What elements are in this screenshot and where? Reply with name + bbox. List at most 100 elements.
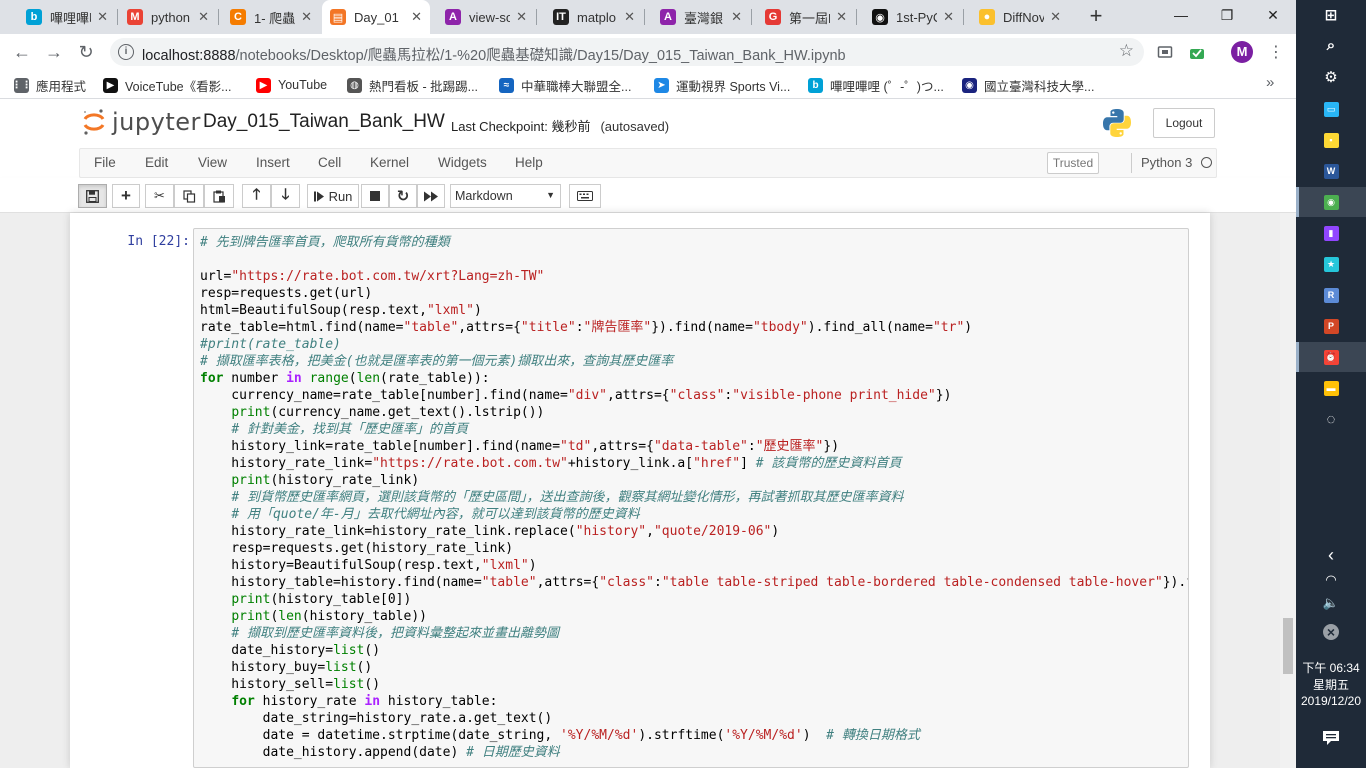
command-palette-button[interactable] xyxy=(569,184,601,208)
move-up-button[interactable]: 🡑 xyxy=(242,184,271,208)
code-token: len xyxy=(356,371,381,386)
scrollbar-thumb[interactable] xyxy=(1283,618,1293,674)
address-url[interactable]: localhost:8888/notebooks/Desktop/爬蟲馬拉松/1… xyxy=(142,44,846,65)
address-bar[interactable]: i localhost:8888/notebooks/Desktop/爬蟲馬拉松… xyxy=(110,38,1144,66)
settings-gear-icon[interactable]: ⚙ xyxy=(1296,62,1366,92)
bookmark-item[interactable]: ▶ YouTube xyxy=(256,75,338,95)
tab-close-icon[interactable]: ✕ xyxy=(624,9,635,25)
jupyter-logo[interactable]: jupyter xyxy=(82,108,201,136)
tab-7[interactable]: A 臺灣銀 ✕ xyxy=(652,0,750,34)
code-token: (history_table)) xyxy=(301,609,427,624)
tab-close-icon[interactable]: ✕ xyxy=(943,9,954,25)
menu-kernel[interactable]: Kernel xyxy=(370,155,409,170)
bookmark-item[interactable]: ◉ 國立臺灣科技大學... xyxy=(962,75,1102,95)
trusted-badge[interactable]: Trusted xyxy=(1047,152,1099,174)
star-app-icon[interactable]: ★ xyxy=(1296,249,1366,279)
word-icon[interactable]: W xyxy=(1296,156,1366,186)
reload-icon[interactable]: ↻ xyxy=(74,40,98,64)
powerpoint-icon[interactable]: P xyxy=(1296,311,1366,341)
code-token: "table table-striped table-bordered tabl… xyxy=(661,575,1163,590)
menu-view[interactable]: View xyxy=(198,155,227,170)
bookmark-item[interactable]: ◍ 熱門看板 - 批踢踢... xyxy=(347,75,490,95)
menu-edit[interactable]: Edit xyxy=(145,155,168,170)
tab-6[interactable]: IT matplo ✕ xyxy=(545,0,643,34)
tab-close-icon[interactable]: ✕ xyxy=(516,9,527,25)
minimize-button[interactable]: — xyxy=(1158,0,1204,30)
move-down-button[interactable]: 🡓 xyxy=(271,184,300,208)
code-text[interactable]: # 先到牌告匯率首頁，爬取所有貨幣的種類 url="https://rate.bo… xyxy=(200,234,1188,761)
restart-kernel-button[interactable]: ↻ xyxy=(389,184,417,208)
tab-close-icon[interactable]: ✕ xyxy=(731,9,742,25)
back-arrow-icon[interactable]: ← xyxy=(10,40,34,64)
tab-2[interactable]: Mpython ✕ xyxy=(119,0,217,34)
bookmark-item[interactable]: ➤ 運動視界 Sports Vi... xyxy=(654,75,800,95)
tab-1[interactable]: b 嗶哩嗶哩 ✕ xyxy=(18,0,116,34)
insert-cell-button[interactable]: + xyxy=(112,184,140,208)
tab-close-icon[interactable]: ✕ xyxy=(198,9,209,25)
code-token: "lxml" xyxy=(426,303,474,318)
menu-file[interactable]: File xyxy=(94,155,116,170)
maximize-button[interactable]: ❐ xyxy=(1204,0,1250,30)
windows-start-icon[interactable]: ⊞ xyxy=(1296,0,1366,30)
chrome-icon[interactable]: ◉ xyxy=(1296,187,1366,217)
tab-close-icon[interactable]: ✕ xyxy=(411,9,422,25)
profile-avatar[interactable]: M xyxy=(1231,41,1253,63)
tab-3[interactable]: C 1- 爬蟲 ✕ xyxy=(222,0,320,34)
tab-separator xyxy=(856,9,857,25)
tab-close-icon[interactable]: ✕ xyxy=(1050,9,1061,25)
code-token: () xyxy=(364,677,381,692)
save-button[interactable] xyxy=(78,184,107,208)
close-circle-icon[interactable]: × xyxy=(1296,617,1366,647)
tab-close-icon[interactable]: ✕ xyxy=(97,9,108,25)
notification-center-icon[interactable] xyxy=(1322,730,1340,746)
cut-button[interactable]: ✂ xyxy=(145,184,174,208)
cast-icon[interactable] xyxy=(1157,44,1173,60)
logout-button[interactable]: Logout xyxy=(1153,108,1215,138)
tab-5[interactable]: Aview-so ✕ xyxy=(437,0,535,34)
tab-8[interactable]: G 第一屆P ✕ xyxy=(757,0,855,34)
tab-close-icon[interactable]: ✕ xyxy=(836,9,847,25)
loading-circle-icon[interactable]: ◌ xyxy=(1296,404,1366,434)
copy-button[interactable] xyxy=(174,184,204,208)
menu-help[interactable]: Help xyxy=(515,155,543,170)
tab-10[interactable]: ● DiffNov ✕ xyxy=(971,0,1069,34)
r-app-icon[interactable]: R xyxy=(1296,280,1366,310)
twitch-icon[interactable]: ▮ xyxy=(1296,218,1366,248)
page-scrollbar[interactable] xyxy=(1280,213,1296,768)
forward-arrow-icon[interactable]: → xyxy=(42,40,66,64)
more-bookmarks-icon[interactable]: » xyxy=(1266,74,1274,91)
paste-button[interactable] xyxy=(204,184,234,208)
menu-cell[interactable]: Cell xyxy=(318,155,341,170)
search-icon[interactable]: ⌕ xyxy=(1296,30,1366,60)
menu-widgets[interactable]: Widgets xyxy=(438,155,487,170)
kernel-name[interactable]: Python 3 xyxy=(1141,155,1192,170)
taskbar-clock[interactable]: 下午 06:34 星期五 2019/12/20 xyxy=(1296,660,1366,710)
extension-icon[interactable] xyxy=(1189,44,1205,60)
new-tab-button[interactable]: + xyxy=(1084,5,1108,29)
tab-close-icon[interactable]: ✕ xyxy=(301,9,312,25)
browser-tab-strip: b嗶哩嗶哩✕Mpython✕C1- 爬蟲✕▤Day_01✕Aview-so✕ IT… xyxy=(0,0,1296,34)
close-window-button[interactable]: ✕ xyxy=(1250,0,1296,30)
bookmark-star-icon[interactable]: ☆ xyxy=(1119,41,1134,61)
bookmark-item[interactable]: b 嗶哩嗶哩 (゜-゜)つ... xyxy=(808,75,954,95)
tab-9[interactable]: ◉ 1st-PyC ✕ xyxy=(864,0,962,34)
run-button[interactable]: Run xyxy=(307,184,359,208)
cell-type-select[interactable]: Markdown ▼ xyxy=(450,184,561,208)
code-cell-editor[interactable]: # 先到牌告匯率首頁，爬取所有貨幣的種類 url="https://rate.bo… xyxy=(193,228,1189,768)
monitor-icon[interactable]: ▭ xyxy=(1296,94,1366,124)
timer-app-icon[interactable]: ⏰ xyxy=(1296,342,1366,372)
sticky-notes-icon[interactable]: ▪ xyxy=(1296,125,1366,155)
menu-insert[interactable]: Insert xyxy=(256,155,290,170)
site-info-icon[interactable]: i xyxy=(118,44,134,60)
tab-4[interactable]: ▤ Day_01 ✕ xyxy=(322,0,430,34)
bookmark-item[interactable]: ▶ VoiceTube《看影... xyxy=(103,75,245,95)
restart-run-all-button[interactable] xyxy=(417,184,445,208)
notebook-name[interactable]: Day_015_Taiwan_Bank_HW xyxy=(203,111,445,133)
interrupt-kernel-button[interactable] xyxy=(361,184,389,208)
browser-menu-icon[interactable]: ⋮ xyxy=(1268,42,1284,62)
file-explorer-icon[interactable]: ▬ xyxy=(1296,373,1366,403)
bookmark-item[interactable]: ⋮⋮ 應用程式 xyxy=(14,75,94,95)
volume-icon[interactable]: 🔈 xyxy=(1296,588,1366,618)
bookmark-item[interactable]: ≈ 中華職棒大聯盟全... xyxy=(499,75,645,95)
